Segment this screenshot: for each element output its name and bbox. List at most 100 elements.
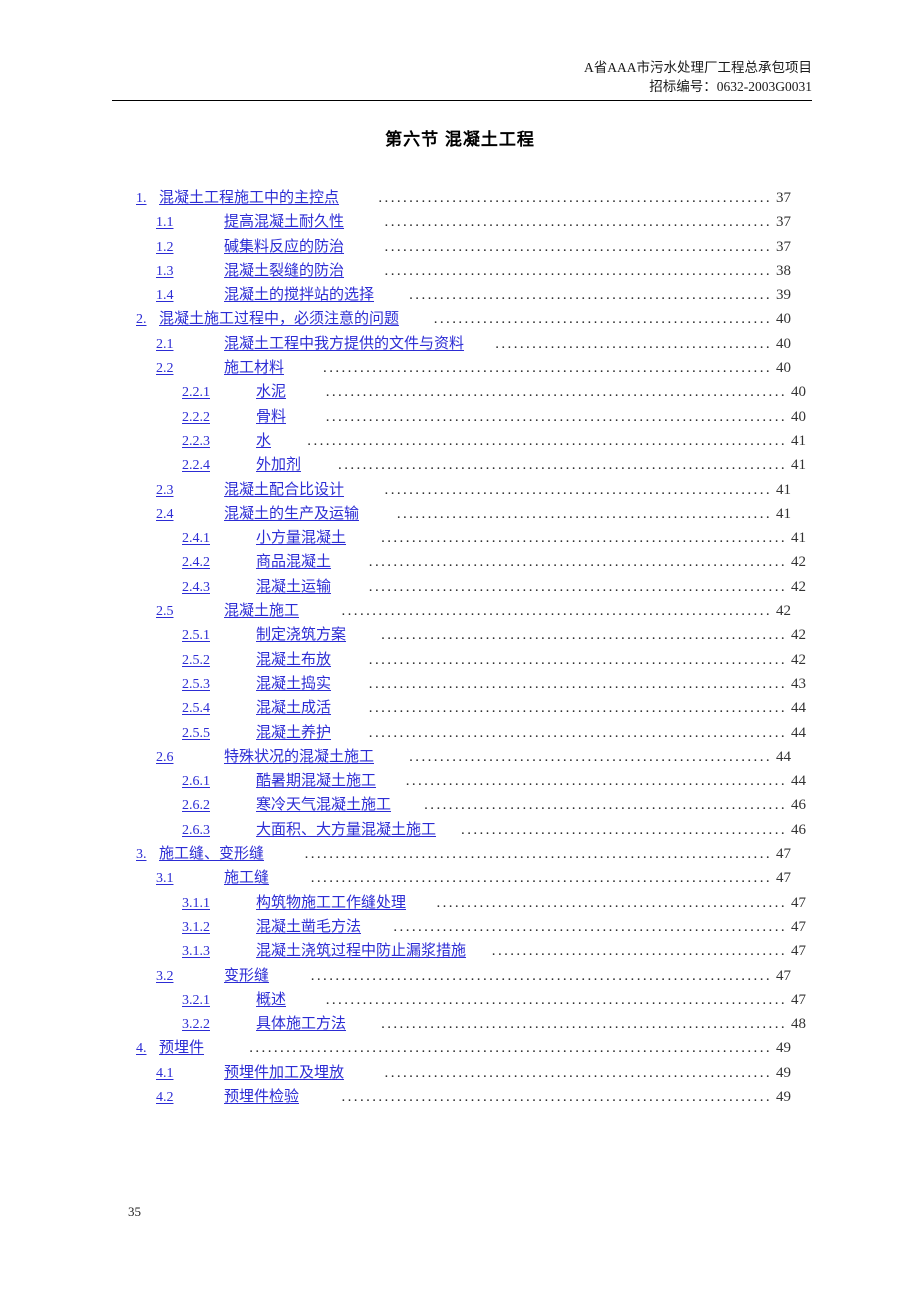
- toc-entry[interactable]: 2.1 混凝土工程中我方提供的文件与资料.....................…: [112, 332, 812, 356]
- toc-entry[interactable]: 2.6.1 酷暑期混凝土施工...........................…: [112, 769, 812, 793]
- toc-entry[interactable]: 2.5 混凝土施工................................…: [112, 599, 812, 623]
- toc-entry-tail: ........................................…: [332, 696, 806, 720]
- toc-entry[interactable]: 2.2.1 水泥.................................…: [112, 380, 812, 404]
- toc-leader-dots: ........................................…: [436, 894, 787, 911]
- toc-entry-label: 碱集料反应的防治: [224, 238, 345, 255]
- toc-entry[interactable]: 2.2 施工材料.................................…: [112, 356, 812, 380]
- toc-entry[interactable]: 3.1 施工缝..................................…: [112, 866, 812, 890]
- toc-entry-number: 2.: [136, 312, 147, 328]
- toc-entry-number: 2.4: [156, 506, 174, 522]
- toc-entry[interactable]: 2.6.2 寒冷天气混凝土施工..........................…: [112, 793, 812, 817]
- toc-entry-number: 1.2: [156, 239, 174, 255]
- toc-entry[interactable]: 1.2 碱集料反应的防治.............................…: [112, 235, 812, 259]
- toc-entry[interactable]: 2.4.3 混凝土运输..............................…: [112, 575, 812, 599]
- toc-entry[interactable]: 3.1.3 混凝土浇筑过程中防止漏浆措施.....................…: [112, 939, 812, 963]
- toc-entry-page-number: 41: [776, 505, 791, 522]
- toc-entry-page-number: 38: [776, 262, 791, 279]
- toc-leader-dots: ........................................…: [409, 748, 772, 765]
- toc-entry-page-number: 40: [776, 360, 791, 377]
- toc-entry[interactable]: 3.2 变形缝..................................…: [112, 964, 812, 988]
- toc-entry-label: 混凝土的生产及运输: [224, 505, 360, 522]
- toc-entry-tail: ........................................…: [407, 891, 806, 915]
- toc-entry[interactable]: 2.4 混凝土的生产及运输............................…: [112, 502, 812, 526]
- toc-entry-number: 2.2.1: [182, 385, 210, 401]
- toc-entry-label: 大面积、大方量混凝土施工: [256, 821, 437, 838]
- toc-entry-page-number: 49: [776, 1064, 791, 1081]
- toc-entry-tail: ........................................…: [332, 550, 806, 574]
- toc-entry-tail: ........................................…: [380, 283, 791, 307]
- toc-entry[interactable]: 3.1.2 混凝土凿毛方法............................…: [112, 915, 812, 939]
- toc-entry-number: 2.2: [156, 361, 174, 377]
- toc-leader-dots: ........................................…: [368, 578, 787, 595]
- toc-entry-label: 概述: [256, 991, 287, 1008]
- toc-entry-number: 2.5.2: [182, 652, 210, 668]
- toc-entry-number: 2.5.5: [182, 725, 210, 741]
- toc-leader-dots: ........................................…: [396, 505, 772, 522]
- toc-entry-label: 混凝土运输: [256, 578, 332, 595]
- toc-entry[interactable]: 2.5.2 混凝土布放..............................…: [112, 648, 812, 672]
- toc-entry-number: 2.3: [156, 482, 174, 498]
- toc-entry[interactable]: 2.2.3 水..................................…: [112, 429, 812, 453]
- toc-entry-tail: ........................................…: [470, 332, 791, 356]
- toc-entry-page-number: 49: [776, 1040, 791, 1057]
- toc-leader-dots: ........................................…: [433, 311, 772, 328]
- toc-entry-label: 水泥: [256, 384, 287, 401]
- toc-entry-number: 4.: [136, 1041, 147, 1057]
- toc-entry-label: 提高混凝土耐久性: [224, 214, 345, 231]
- toc-leader-dots: ........................................…: [368, 675, 787, 692]
- toc-entry[interactable]: 4.2 预埋件检验................................…: [112, 1085, 812, 1109]
- toc-entry[interactable]: 3.1.1 构筑物施工工作缝处理.........................…: [112, 891, 812, 915]
- toc-entry-tail: ........................................…: [437, 818, 806, 842]
- toc-entry-tail: ........................................…: [287, 380, 806, 404]
- toc-entry[interactable]: 2.5.5 混凝土养护..............................…: [112, 721, 812, 745]
- toc-entry-page-number: 41: [791, 432, 806, 449]
- toc-entry[interactable]: 2. 混凝土施工过程中，必须注意的问题......................…: [112, 307, 812, 331]
- toc-entry[interactable]: 3. 施工缝、变形缝...............................…: [112, 842, 812, 866]
- toc-entry[interactable]: 1. 混凝土工程施工中的主控点..........................…: [112, 186, 812, 210]
- toc-entry-label: 混凝土工程施工中的主控点: [159, 190, 340, 206]
- toc-entry[interactable]: 1.4 混凝土的搅拌站的选择...........................…: [112, 283, 812, 307]
- toc-entry-number: 2.6: [156, 749, 174, 765]
- toc-entry-label: 酷暑期混凝土施工: [256, 773, 377, 790]
- toc-entry[interactable]: 4.1 预埋件加工及埋放.............................…: [112, 1061, 812, 1085]
- toc-entry-page-number: 42: [791, 578, 806, 595]
- toc-entry-number: 3.1: [156, 871, 174, 887]
- toc-entry[interactable]: 2.6 特殊状况的混凝土施工...........................…: [112, 745, 812, 769]
- toc-entry-page-number: 47: [791, 991, 806, 1008]
- toc-entry-label: 寒冷天气混凝土施工: [256, 797, 392, 814]
- toc-leader-dots: ........................................…: [381, 530, 787, 547]
- toc-entry-tail: ........................................…: [332, 721, 806, 745]
- toc-entry[interactable]: 2.5.1 制定浇筑方案.............................…: [112, 623, 812, 647]
- toc-entry-number: 1.1: [156, 215, 174, 231]
- page-title: 第六节 混凝土工程: [385, 130, 535, 149]
- toc-entry[interactable]: 2.6.3 大面积、大方量混凝土施工.......................…: [112, 818, 812, 842]
- toc-entry[interactable]: 2.5.3 混凝土捣实..............................…: [112, 672, 812, 696]
- toc-entry[interactable]: 2.4.1 小方量混凝土.............................…: [112, 526, 812, 550]
- toc-entry[interactable]: 2.4.2 商品混凝土..............................…: [112, 550, 812, 574]
- toc-entry-label: 混凝土的搅拌站的选择: [224, 287, 375, 304]
- toc-entry-number: 3.1.2: [182, 919, 210, 935]
- toc-entry-number: 2.5.3: [182, 676, 210, 692]
- toc-entry-number: 2.6.1: [182, 774, 210, 790]
- toc-entry-page-number: 40: [791, 384, 806, 401]
- toc-entry[interactable]: 2.3 混凝土配合比设计.............................…: [112, 478, 812, 502]
- toc-leader-dots: ........................................…: [368, 724, 787, 741]
- toc-entry[interactable]: 1.3 混凝土裂缝的防治.............................…: [112, 259, 812, 283]
- toc-leader-dots: ........................................…: [461, 821, 787, 838]
- toc-entry[interactable]: 2.5.4 混凝土成活..............................…: [112, 696, 812, 720]
- toc-entry-tail: ........................................…: [287, 988, 806, 1012]
- toc-entry-label: 制定浇筑方案: [256, 627, 347, 644]
- toc-entry-page-number: 44: [791, 773, 806, 790]
- toc-leader-dots: ........................................…: [409, 287, 772, 304]
- toc-entry-number: 2.5: [156, 604, 174, 620]
- toc-entry[interactable]: 3.2.2 具体施工方法.............................…: [112, 1012, 812, 1036]
- toc-entry[interactable]: 2.2.2 骨料.................................…: [112, 405, 812, 429]
- toc-entry[interactable]: 4. 预埋件...................................…: [112, 1036, 812, 1060]
- toc-entry-label: 混凝土裂缝的防治: [224, 262, 345, 279]
- toc-entry-tail: ........................................…: [392, 793, 806, 817]
- toc-entry[interactable]: 1.1 提高混凝土耐久性.............................…: [112, 210, 812, 234]
- toc-entry[interactable]: 3.2.1 概述.................................…: [112, 988, 812, 1012]
- footer-page-number: 35: [128, 1204, 141, 1219]
- toc-entry[interactable]: 2.2.4 外加剂................................…: [112, 453, 812, 477]
- toc-leader-dots: ........................................…: [338, 457, 787, 474]
